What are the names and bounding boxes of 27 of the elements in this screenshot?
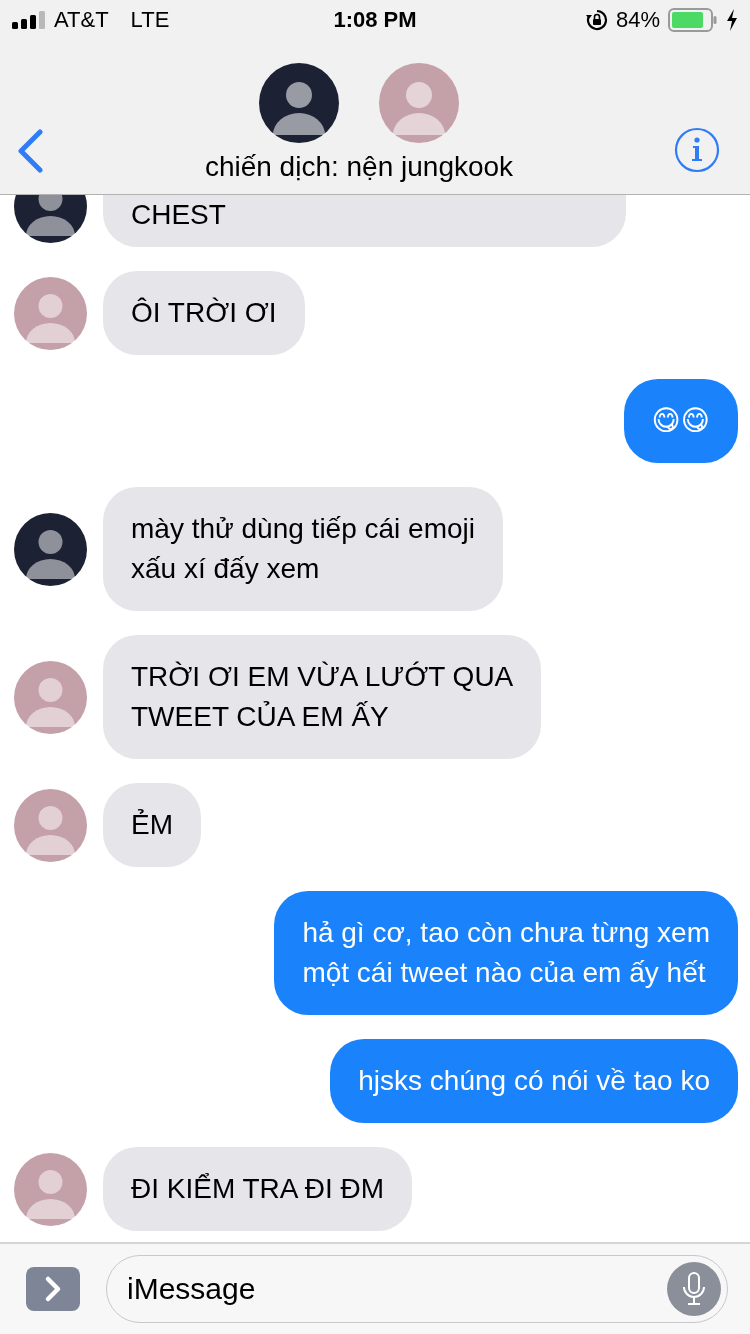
- network-type: LTE: [130, 7, 170, 33]
- message-text: mày thử dùng tiếp cái emoji: [131, 512, 476, 546]
- conversation-title: chiến dịch: nện jungkook: [204, 151, 514, 183]
- back-button[interactable]: [16, 129, 44, 173]
- message-input[interactable]: iMessage: [106, 1255, 728, 1323]
- carrier: AT&T: [54, 7, 109, 33]
- message-text: CHEST: [131, 198, 226, 232]
- charging-icon: [726, 9, 738, 31]
- message-text: hjsks chúng có nói về tao ko: [358, 1064, 710, 1098]
- message-text: TWEET CỦA EM ẤY: [131, 700, 390, 734]
- microphone-icon[interactable]: [667, 1262, 721, 1316]
- apps-button[interactable]: [26, 1267, 80, 1311]
- message-text: TRỜI ƠI EM VỪA LƯỚT QUA: [131, 660, 514, 694]
- info-button[interactable]: [674, 127, 720, 173]
- message-text: ẺM: [131, 808, 173, 842]
- message-text: ÔI TRỜI ƠI: [131, 296, 277, 330]
- rotation-lock-icon: [585, 9, 608, 31]
- message-text: một cái tweet nào của em ấy hết: [302, 956, 707, 990]
- contact-avatar[interactable]: [259, 63, 339, 143]
- clock: 1:08 PM: [332, 7, 418, 33]
- message-text: 😋😋: [651, 404, 710, 438]
- message-text: hả gì cơ, tao còn chưa từng xem: [302, 916, 710, 950]
- battery-percent: 84%: [615, 7, 660, 33]
- signal-icon: [12, 11, 46, 29]
- message-text: ĐI KIỂM TRA ĐI ĐM: [131, 1172, 385, 1206]
- message-text: xấu xí đấy xem: [131, 552, 321, 586]
- battery-icon: [668, 8, 718, 32]
